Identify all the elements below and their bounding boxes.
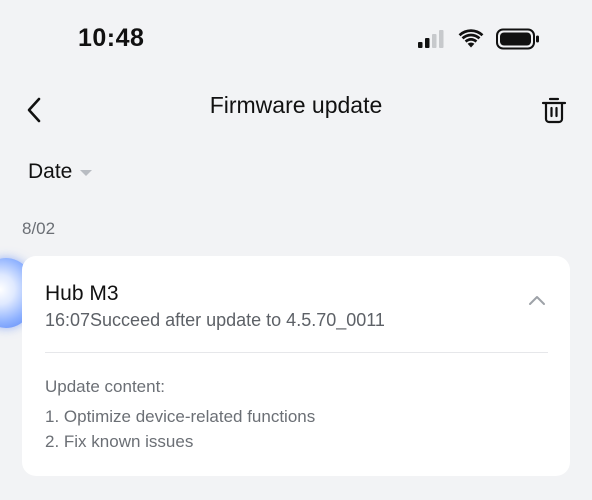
card-divider — [45, 352, 548, 353]
date-group-header: 8/02 — [22, 219, 56, 238]
update-content-item: 1. Optimize device-related functions — [45, 407, 316, 426]
firmware-update-card: Hub M3 16:07Succeed after update to 4.5.… — [22, 256, 570, 476]
update-content-item: 2. Fix known issues — [45, 432, 194, 451]
status-bar: 10:48 — [0, 0, 592, 80]
status-icons — [418, 28, 540, 50]
wifi-icon — [458, 29, 484, 49]
update-status: 16:07Succeed after update to 4.5.70_0011 — [45, 310, 385, 330]
status-time: 10:48 — [78, 24, 145, 52]
device-name: Hub M3 — [45, 282, 119, 305]
navigation-header: Firmware update — [0, 80, 592, 140]
caret-down-icon — [80, 170, 93, 176]
cellular-signal-icon — [418, 30, 446, 48]
trash-icon — [541, 96, 567, 124]
page-title: Firmware update — [209, 92, 383, 118]
delete-button[interactable] — [538, 94, 570, 126]
battery-icon — [496, 28, 540, 50]
date-filter-label: Date — [28, 160, 73, 183]
date-filter-dropdown[interactable]: Date — [28, 160, 93, 184]
chevron-up-icon[interactable] — [528, 294, 546, 312]
update-content-heading: Update content: — [45, 377, 166, 396]
